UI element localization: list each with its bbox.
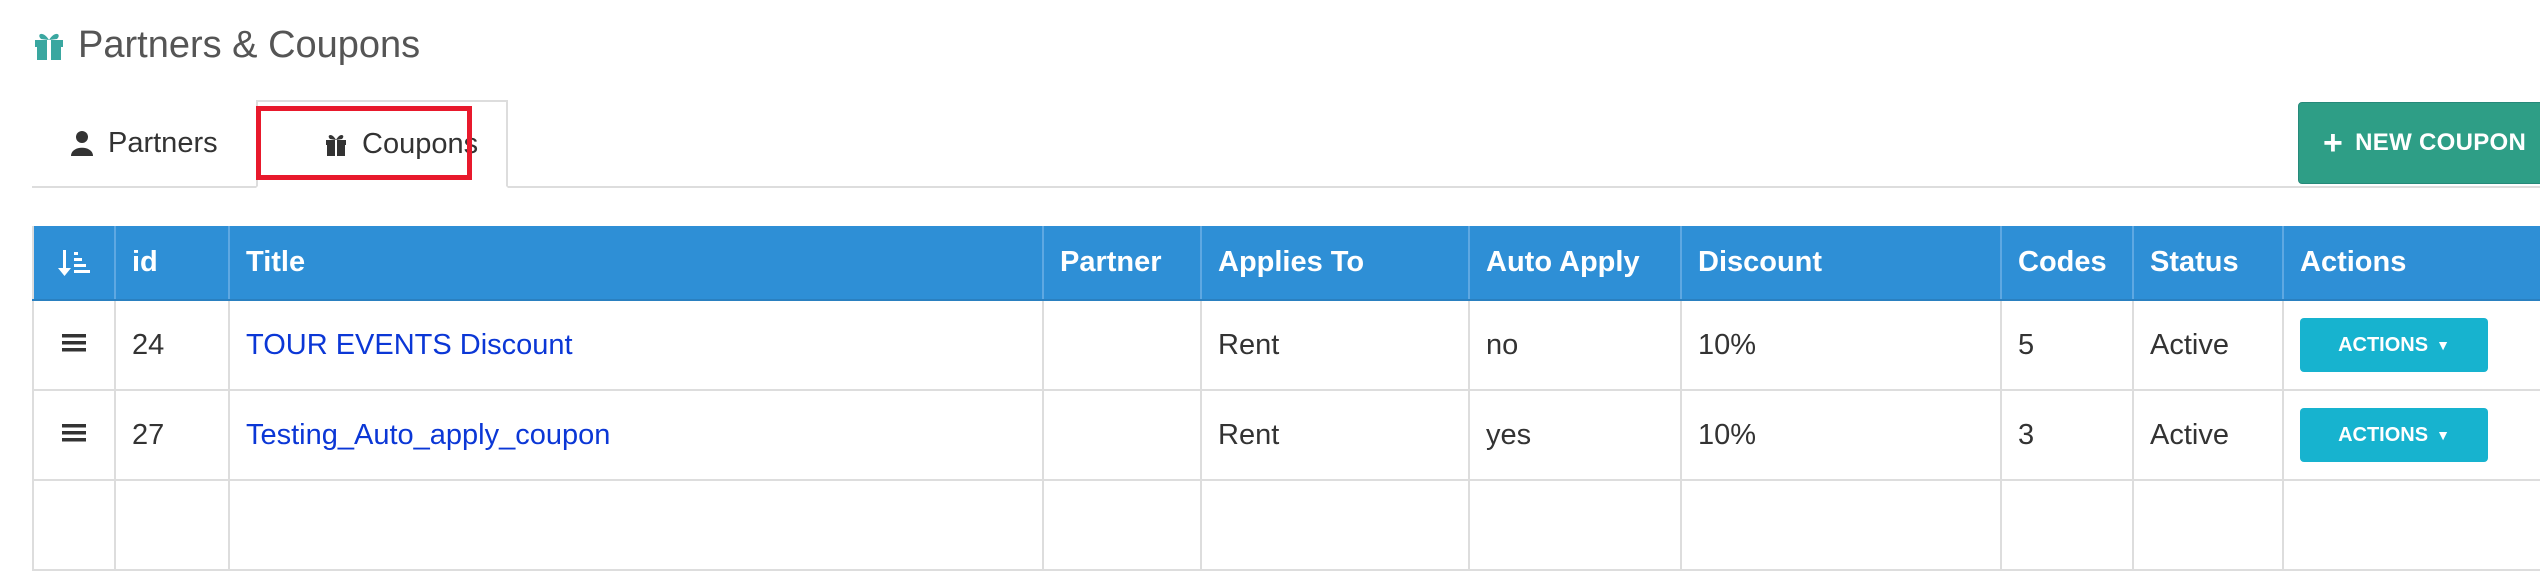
cell-partner [1043,390,1202,481]
caret-down-icon: ▼ [2436,337,2450,353]
cell-id: 24 [115,300,230,391]
actions-dropdown-button[interactable]: ACTIONS ▼ [2300,408,2488,462]
column-header-codes[interactable]: Codes [2001,226,2134,301]
drag-handle[interactable] [32,300,116,391]
actions-label: ACTIONS [2338,333,2429,356]
gift-icon [326,134,346,156]
plus-icon: + [2323,124,2344,162]
tab-partners-label: Partners [108,126,218,159]
cell-actions: ACTIONS ▼ [2283,390,2540,481]
bars-icon [62,423,86,441]
actions-dropdown-button[interactable]: ACTIONS ▼ [2300,318,2488,372]
tab-coupons[interactable]: Coupons [256,100,508,188]
tab-coupons-label: Coupons [362,127,479,160]
page-header: Partners & Coupons [32,20,420,70]
new-coupon-label: NEW COUPON [2355,129,2527,156]
table-header-row: id Title Partner Applies To Auto Apply D… [32,226,2540,301]
caret-down-icon: ▼ [2436,427,2450,443]
page-title: Partners & Coupons [78,23,421,66]
new-coupon-button[interactable]: + NEW COUPON [2298,102,2540,184]
sort-amount-icon [58,249,90,276]
column-header-applies-to[interactable]: Applies To [1201,226,1470,301]
cell-auto-apply: no [1469,300,1682,391]
cell-status: Active [2133,390,2284,481]
cell-discount: 10% [1681,390,2002,481]
cell-status: Active [2133,300,2284,391]
cell-auto-apply: yes [1469,390,1682,481]
column-header-discount[interactable]: Discount [1681,226,2002,301]
column-header-actions: Actions [2283,226,2540,301]
gift-icon [35,33,63,60]
table-row: 27 Testing_Auto_apply_coupon Rent yes 10… [32,390,2540,481]
user-icon [71,131,93,156]
coupon-title-link[interactable]: TOUR EVENTS Discount [246,329,573,361]
cell-partner [1043,300,1202,391]
tab-partners[interactable]: Partners [70,100,218,186]
coupon-title-link[interactable]: Testing_Auto_apply_coupon [246,419,610,451]
column-header-auto-apply[interactable]: Auto Apply [1469,226,1682,301]
coupons-table: id Title Partner Applies To Auto Apply D… [32,226,2540,571]
cell-discount: 10% [1681,300,2002,391]
cell-applies-to: Rent [1201,300,1470,391]
table-row: 24 TOUR EVENTS Discount Rent no 10% 5 Ac… [32,300,2540,391]
cell-applies-to: Rent [1201,390,1470,481]
actions-label: ACTIONS [2338,423,2429,446]
table-row-partial [32,480,2540,571]
cell-title: TOUR EVENTS Discount [229,300,1044,391]
column-header-id[interactable]: id [115,226,230,301]
bars-icon [62,333,86,351]
column-header-status[interactable]: Status [2133,226,2284,301]
column-header-partner[interactable]: Partner [1043,226,1202,301]
cell-actions: ACTIONS ▼ [2283,300,2540,391]
drag-handle[interactable] [32,390,116,481]
column-header-title[interactable]: Title [229,226,1044,301]
tab-bar: Partners Coupons [32,100,2540,188]
sort-column-header[interactable] [32,226,116,301]
cell-id: 27 [115,390,230,481]
cell-codes: 3 [2001,390,2134,481]
cell-codes: 5 [2001,300,2134,391]
cell-title: Testing_Auto_apply_coupon [229,390,1044,481]
